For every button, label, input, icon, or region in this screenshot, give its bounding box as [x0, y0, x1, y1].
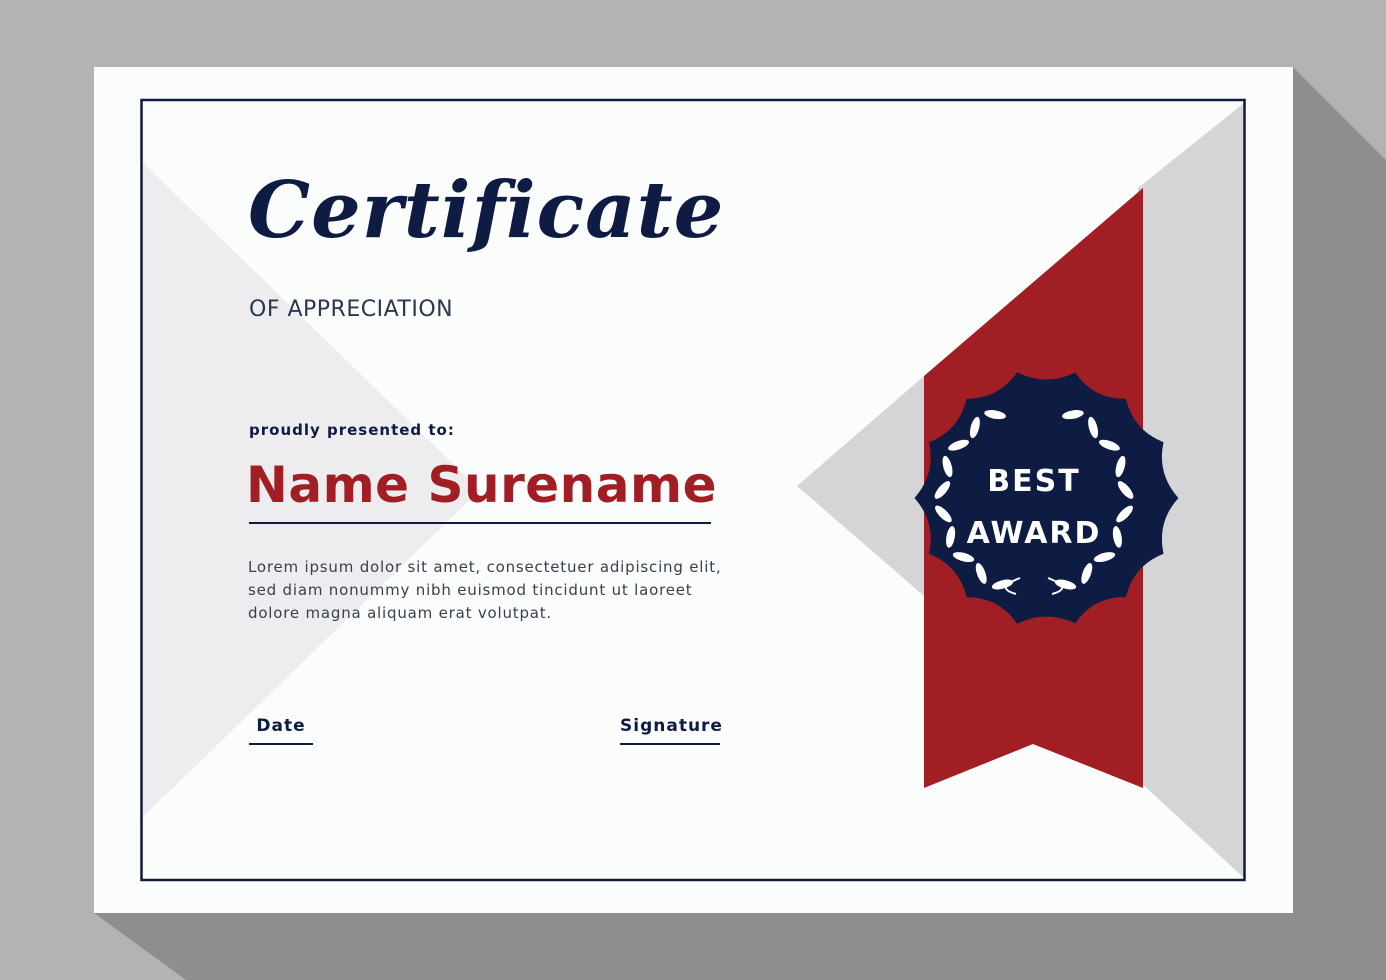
presented-to-label: proudly presented to:	[249, 421, 455, 439]
name-underline	[249, 522, 711, 524]
date-line	[249, 743, 313, 745]
certificate-body-text: Lorem ipsum dolor sit amet, consectetuer…	[248, 558, 722, 622]
recipient-name[interactable]: Name Surename	[246, 456, 717, 514]
badge-text: BEST AWARD	[934, 456, 1134, 560]
badge-line-award: AWARD	[966, 516, 1102, 551]
signature-line	[620, 743, 720, 745]
certificate-subtitle: OF APPRECIATION	[249, 297, 454, 322]
badge-line-best: BEST	[987, 464, 1081, 499]
signature-label: Signature	[620, 716, 723, 736]
certificate-title: Certificate	[248, 165, 725, 256]
date-label: Date	[256, 716, 306, 736]
